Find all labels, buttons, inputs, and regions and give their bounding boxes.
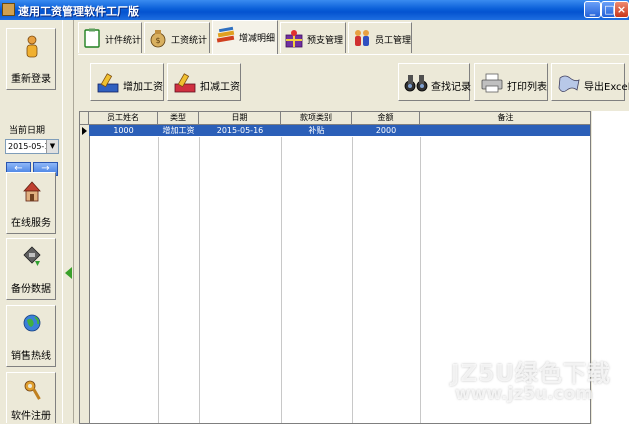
- export-excel-button[interactable]: 导出Excel: [551, 63, 629, 101]
- disk-icon: [23, 246, 41, 266]
- tab-bar: 计件统计 $ 工资统计 增减明细 预支管理 员工管理: [78, 20, 629, 54]
- online-service-button[interactable]: 在线服务: [6, 172, 56, 234]
- column-divider: [281, 137, 282, 423]
- column-divider: [199, 137, 200, 423]
- window-title: 速用工资管理软件工厂版: [18, 5, 139, 18]
- tab-label: 员工管理: [375, 36, 412, 46]
- add-salary-button[interactable]: 增加工资: [90, 63, 164, 101]
- money-bag-icon: $: [150, 30, 166, 48]
- cell-date: 2015-05-16: [216, 126, 264, 135]
- online-service-label: 在线服务: [11, 218, 51, 229]
- add-salary-label: 增加工资: [123, 82, 163, 93]
- column-divider: [158, 137, 159, 423]
- key-icon: [24, 380, 41, 400]
- column-header[interactable]: 日期: [199, 112, 281, 124]
- tab-label: 工资统计: [171, 36, 208, 46]
- gift-icon: [285, 30, 303, 48]
- tab-piece-count[interactable]: 计件统计: [78, 22, 142, 53]
- svg-text:$: $: [155, 36, 160, 45]
- add-pencil-icon: [97, 73, 119, 93]
- chevron-down-icon[interactable]: ▼: [46, 140, 58, 153]
- books-icon: [216, 26, 235, 43]
- user-icon: [26, 35, 38, 58]
- minimize-button[interactable]: _: [584, 1, 601, 18]
- tab-label: 预支管理: [307, 36, 344, 46]
- deduct-pencil-icon: [174, 73, 196, 93]
- hotline-label: 销售热线: [11, 351, 51, 362]
- cell-note: [420, 125, 590, 136]
- tab-label: 增减明细: [239, 34, 276, 44]
- print-list-button[interactable]: 打印列表: [474, 63, 548, 101]
- relogin-button[interactable]: 重新登录: [6, 28, 56, 90]
- binoculars-icon: [404, 75, 428, 92]
- export-excel-label: 导出Excel: [584, 82, 629, 93]
- header-corner: [80, 112, 89, 124]
- globe-icon: [23, 314, 41, 332]
- column-header[interactable]: 金额: [352, 112, 420, 124]
- export-icon: [558, 75, 580, 92]
- clipboard-icon: [84, 28, 100, 48]
- search-records-label: 查找记录: [431, 82, 471, 93]
- table-header: 员工姓名 类型 日期 款项类别 金额 备注: [80, 112, 590, 125]
- title-bar: 速用工资管理软件工厂版 _ □ ×: [0, 0, 629, 20]
- cell-name: 1000: [113, 126, 134, 135]
- deduct-salary-label: 扣减工资: [200, 82, 240, 93]
- column-header[interactable]: 类型: [158, 112, 199, 124]
- watermark-text: JZ5U绿色下载: [451, 361, 611, 387]
- tab-employee-management[interactable]: 员工管理: [348, 22, 412, 53]
- collapse-arrow-icon[interactable]: [65, 267, 72, 279]
- toolbar: 增加工资 扣减工资 查找记录 打印列表 导出Excel: [78, 55, 629, 109]
- current-row-pointer-icon: [82, 127, 87, 135]
- backup-button[interactable]: 备份数据: [6, 238, 56, 300]
- register-label: 软件注册: [11, 411, 51, 422]
- app-icon[interactable]: [2, 3, 15, 16]
- cell-amount: 2000: [375, 126, 397, 135]
- register-button[interactable]: 软件注册: [6, 372, 56, 423]
- sidebar-splitter[interactable]: [62, 20, 74, 423]
- tab-salary-stats[interactable]: $ 工资统计: [144, 22, 210, 53]
- watermark-url: www.jz5u.com: [455, 384, 594, 404]
- tab-advance-management[interactable]: 预支管理: [280, 22, 346, 53]
- printer-icon: [481, 73, 503, 93]
- deduct-salary-button[interactable]: 扣减工资: [167, 63, 241, 101]
- table-row[interactable]: 1000 增加工资 2015-05-16 补贴 2000: [89, 125, 590, 136]
- column-divider: [352, 137, 353, 423]
- date-select[interactable]: 2015-05-16 ▼: [5, 139, 59, 154]
- house-icon: [23, 181, 41, 202]
- search-records-button[interactable]: 查找记录: [398, 63, 471, 101]
- people-icon: [355, 30, 369, 46]
- sidebar: 重新登录 当前日期 2015-05-16 ▼ ← → 在线服务 备份数据 销售热…: [0, 20, 62, 423]
- cell-category: 补贴: [308, 126, 325, 135]
- column-header[interactable]: 备注: [420, 112, 590, 124]
- row-indicator: [80, 125, 90, 423]
- hotline-button[interactable]: 销售热线: [6, 305, 56, 367]
- backup-label: 备份数据: [11, 284, 51, 295]
- tab-increase-decrease[interactable]: 增减明细: [212, 20, 278, 54]
- tab-label: 计件统计: [105, 36, 142, 46]
- print-list-label: 打印列表: [507, 82, 547, 93]
- column-divider: [420, 137, 421, 423]
- column-header[interactable]: 员工姓名: [89, 112, 158, 124]
- cell-type: 增加工资: [162, 126, 195, 135]
- current-date-label: 当前日期: [9, 126, 46, 136]
- relogin-label: 重新登录: [11, 74, 51, 85]
- close-button[interactable]: ×: [614, 1, 629, 18]
- column-header[interactable]: 款项类别: [281, 112, 352, 124]
